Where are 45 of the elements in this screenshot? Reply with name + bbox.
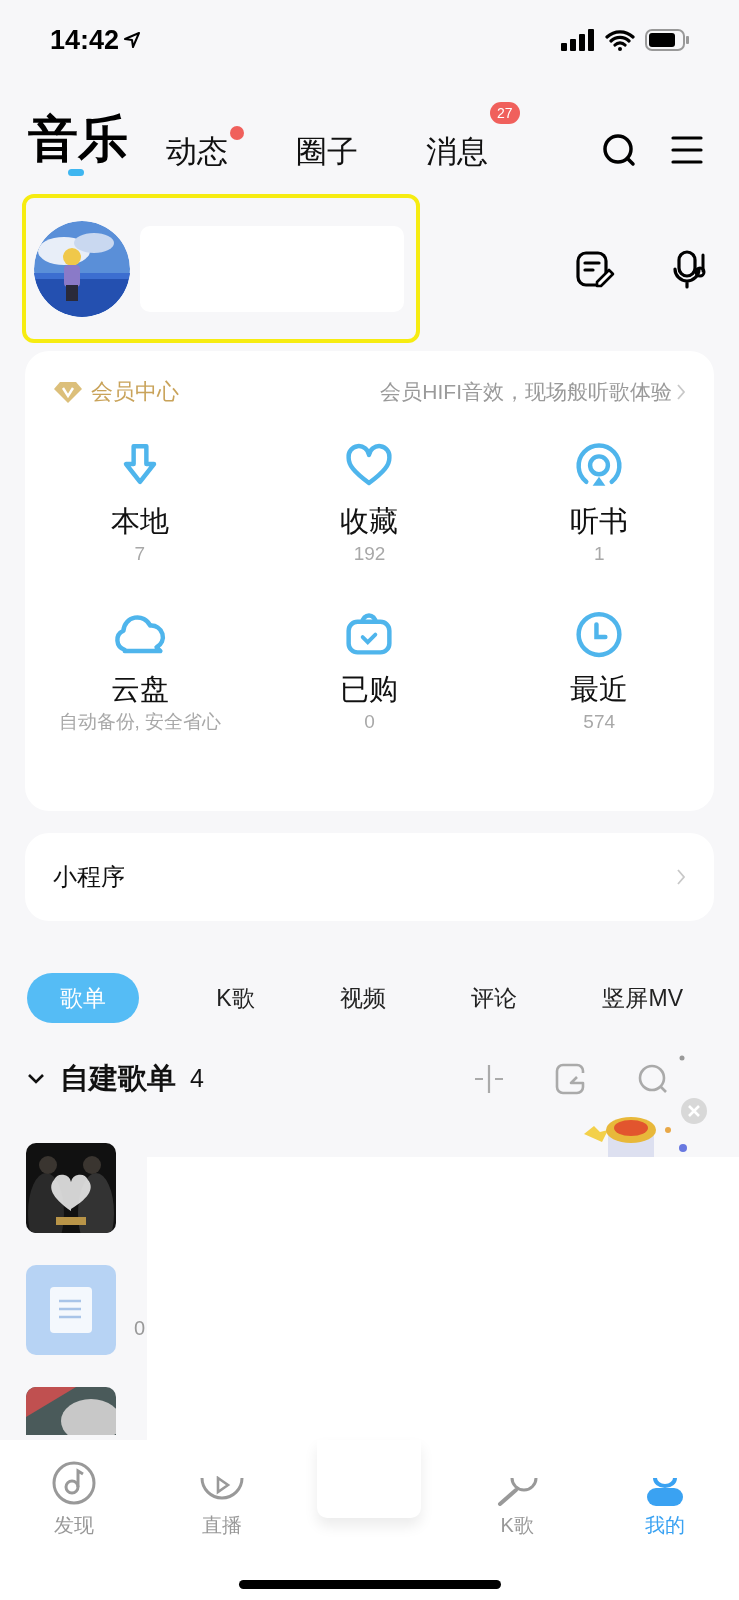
content-tab[interactable]: 视频 — [331, 980, 394, 1016]
shortcut-label[interactable]: 最近 — [570, 672, 629, 706]
content-tab[interactable]: 评论 — [463, 980, 526, 1016]
playlist-subtitle: 0 — [134, 1316, 146, 1341]
person-icon[interactable] — [645, 1476, 686, 1506]
location-arrow-icon — [123, 31, 142, 49]
shortcut-label[interactable]: 本地 — [110, 504, 169, 538]
content-tab[interactable]: 竖屏MV — [594, 980, 691, 1016]
note-edit-icon[interactable] — [575, 249, 615, 288]
menu-icon[interactable] — [671, 135, 703, 165]
shortcut-label[interactable]: 已购 — [340, 672, 399, 706]
section-title: 自建歌单 — [60, 1061, 176, 1097]
top-tab[interactable]: 消息 — [426, 132, 488, 172]
shortcut-count: 574 — [583, 710, 615, 734]
close-icon[interactable] — [680, 1097, 708, 1125]
message-badge: 27 — [490, 102, 520, 124]
status-time: 14:42 — [50, 23, 120, 57]
shortcut-count: 自动备份, 安全省心 — [58, 710, 222, 734]
mini-program-row[interactable]: 小程序 — [25, 833, 714, 921]
shortcut-count: 7 — [134, 542, 146, 566]
document-icon[interactable] — [26, 1265, 116, 1355]
shortcut-count: 1 — [593, 542, 605, 566]
content-tab[interactable]: K歌 — [208, 980, 263, 1016]
battery-icon — [645, 29, 689, 51]
signal-icon — [561, 29, 595, 51]
tab-indicator — [68, 169, 84, 176]
top-tab[interactable]: 音乐 — [28, 111, 128, 167]
chevron-right-icon — [676, 382, 686, 401]
top-tab[interactable]: 圈子 — [296, 132, 358, 172]
import-icon[interactable] — [555, 1063, 587, 1095]
section-count: 4 — [190, 1063, 204, 1095]
chevron-down-icon[interactable] — [26, 1072, 46, 1086]
shortcut-label[interactable]: 云盘 — [110, 672, 169, 706]
wifi-icon — [605, 29, 635, 51]
diamond-icon — [53, 379, 83, 404]
chevron-right-icon — [676, 868, 686, 886]
music-disc-icon[interactable] — [50, 1460, 97, 1506]
search-icon[interactable] — [601, 132, 637, 168]
top-tab[interactable]: 动态 — [166, 132, 228, 172]
shortcut-count: 192 — [353, 542, 386, 566]
shortcut-count: 0 — [364, 710, 375, 734]
mini-program-label[interactable]: 小程序 — [53, 859, 125, 895]
shortcut-label[interactable]: 收藏 — [340, 504, 399, 538]
plus-icon[interactable] — [473, 1063, 505, 1095]
shortcut-label[interactable]: 听书 — [570, 504, 629, 538]
